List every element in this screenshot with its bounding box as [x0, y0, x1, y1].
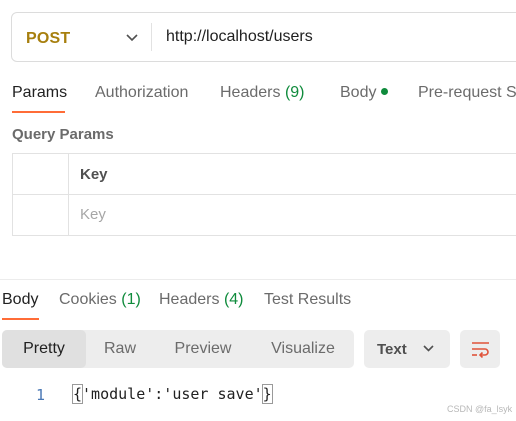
- key-column-header: Key: [80, 166, 108, 183]
- params-table-row-divider: [12, 194, 516, 195]
- view-mode-selector: Pretty Raw Preview Visualize: [2, 330, 354, 368]
- wrap-lines-icon: [472, 342, 489, 358]
- headers-count: (9): [284, 84, 305, 101]
- view-mode-pretty[interactable]: Pretty: [2, 330, 86, 368]
- body-indicator-dot: [381, 88, 389, 95]
- url-input[interactable]: http://localhost/users: [166, 28, 313, 46]
- tab-params-label: Params: [12, 84, 68, 101]
- response-tab-test-results[interactable]: Test Results: [264, 291, 351, 309]
- tab-authorization[interactable]: Authorization: [95, 84, 188, 102]
- chevron-down-icon[interactable]: [125, 33, 139, 43]
- tab-pre-request-label: Pre-request S: [418, 84, 516, 101]
- close-brace: }: [261, 384, 273, 404]
- response-divider[interactable]: [0, 279, 516, 280]
- response-tab-test-results-label: Test Results: [264, 291, 352, 308]
- response-tab-cookies-label: Cookies: [59, 291, 117, 308]
- response-tab-cookies[interactable]: Cookies (1): [59, 291, 141, 309]
- active-tab-indicator: [12, 111, 65, 113]
- line-number: 1: [36, 386, 46, 404]
- response-tab-headers-label: Headers: [159, 291, 220, 308]
- response-headers-count: (4): [223, 291, 244, 308]
- wrap-lines-button[interactable]: [460, 330, 500, 368]
- method-select[interactable]: POST: [26, 30, 70, 48]
- tab-params[interactable]: Params: [12, 84, 67, 102]
- tab-headers-label: Headers: [220, 84, 281, 101]
- view-mode-visualize[interactable]: Visualize: [252, 330, 354, 368]
- chevron-down-icon: [423, 345, 434, 352]
- tab-headers[interactable]: Headers (9): [220, 84, 305, 102]
- request-url-bar: POST http://localhost/users: [11, 12, 516, 62]
- cookies-count: (1): [121, 291, 141, 308]
- response-body-code[interactable]: {'module':'user save'}: [71, 384, 273, 404]
- view-mode-raw[interactable]: Raw: [86, 330, 154, 368]
- key-input[interactable]: Key: [80, 206, 106, 223]
- view-mode-preview[interactable]: Preview: [154, 330, 252, 368]
- watermark: CSDN @fa_lsyk: [447, 404, 513, 414]
- query-params-title: Query Params: [12, 126, 114, 143]
- tab-pre-request-script[interactable]: Pre-request S: [418, 84, 516, 102]
- open-brace: {: [71, 384, 84, 404]
- format-select[interactable]: Text: [364, 330, 450, 368]
- tab-body[interactable]: Body: [340, 84, 389, 102]
- response-tab-body-label: Body: [2, 291, 39, 308]
- url-divider: [151, 23, 152, 51]
- tab-authorization-label: Authorization: [95, 84, 189, 101]
- code-content: 'module':'user save': [82, 385, 263, 403]
- tab-body-label: Body: [340, 84, 377, 101]
- response-active-tab-indicator: [2, 318, 39, 320]
- response-tab-body[interactable]: Body: [2, 291, 38, 309]
- format-label: Text: [377, 341, 407, 358]
- response-tab-headers[interactable]: Headers (4): [159, 291, 244, 309]
